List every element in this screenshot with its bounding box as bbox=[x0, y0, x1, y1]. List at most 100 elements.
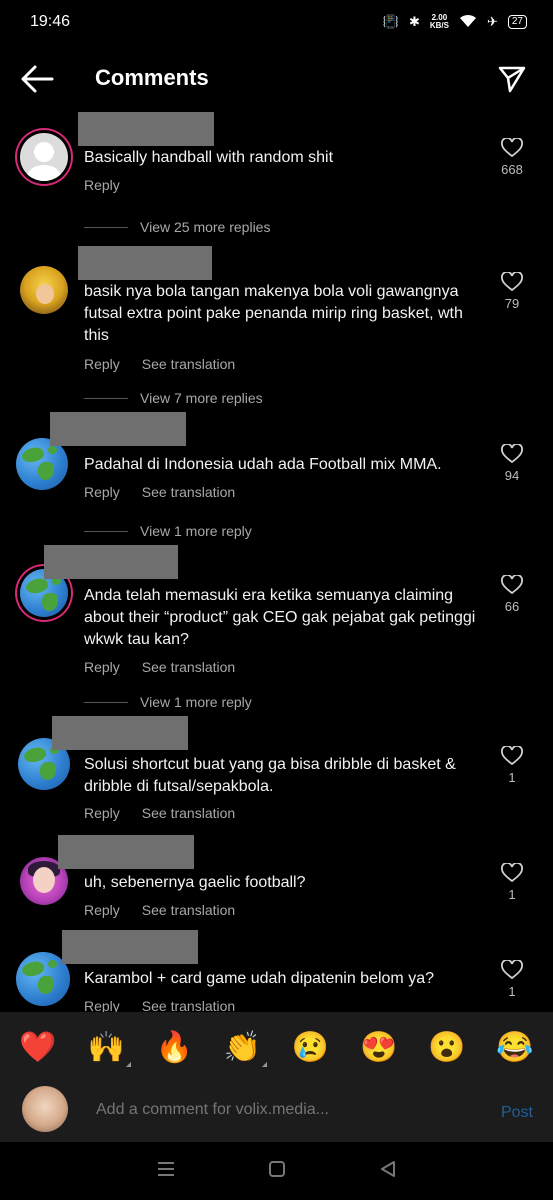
network-speed: 2.00 KB/S bbox=[430, 14, 449, 30]
share-button[interactable] bbox=[497, 64, 527, 94]
see-translation-button[interactable]: See translation bbox=[142, 356, 235, 372]
home-button[interactable] bbox=[268, 1160, 286, 1183]
battery-icon: 27 bbox=[507, 15, 527, 29]
comment-text: Solusi shortcut buat yang ga bisa dribbl… bbox=[84, 756, 456, 795]
comments-list[interactable]: Basically handball with random shit Repl… bbox=[0, 108, 553, 1012]
comment-actions: Reply bbox=[84, 177, 120, 193]
clapping-hands-reaction[interactable]: 👏 bbox=[223, 1030, 268, 1067]
heart-icon bbox=[501, 138, 523, 158]
raising-hands-emoji: 🙌 bbox=[87, 1030, 125, 1064]
divider bbox=[84, 530, 128, 532]
recent-apps-button[interactable] bbox=[157, 1161, 175, 1182]
comment-actions: Reply See translation bbox=[84, 805, 235, 821]
reply-button[interactable]: Reply bbox=[84, 659, 120, 675]
comment-text: Karambol + card game udah dipatenin belo… bbox=[84, 970, 434, 987]
fire-reaction[interactable]: 🔥 bbox=[156, 1030, 193, 1065]
skin-tone-indicator bbox=[125, 1061, 131, 1067]
like-button[interactable]: 66 bbox=[497, 575, 527, 614]
comment-actions: Reply See translation bbox=[84, 902, 235, 918]
username-redacted bbox=[52, 716, 188, 750]
status-time: 19:46 bbox=[30, 13, 71, 30]
comment-input[interactable] bbox=[94, 1100, 478, 1120]
reply-button[interactable]: Reply bbox=[84, 484, 120, 500]
comment-actions: Reply See translation bbox=[84, 356, 235, 372]
divider bbox=[84, 226, 128, 228]
heart-icon bbox=[501, 960, 523, 980]
back-nav-button[interactable] bbox=[379, 1160, 397, 1183]
comment-composer: Post bbox=[0, 1082, 553, 1142]
system-nav-bar bbox=[0, 1142, 553, 1200]
back-button[interactable] bbox=[20, 64, 54, 94]
view-more-replies-label: View 7 more replies bbox=[140, 390, 263, 406]
like-count: 1 bbox=[508, 770, 516, 785]
divider bbox=[84, 701, 128, 703]
reply-button[interactable]: Reply bbox=[84, 998, 120, 1012]
username-redacted bbox=[78, 246, 212, 280]
bluetooth-icon: ✱ bbox=[408, 14, 420, 29]
like-button[interactable]: 1 bbox=[497, 863, 527, 902]
like-button[interactable]: 94 bbox=[497, 444, 527, 483]
comment-actions: Reply See translation bbox=[84, 484, 235, 500]
tears-of-joy-reaction[interactable]: 😂 bbox=[496, 1030, 533, 1065]
heart-icon bbox=[501, 575, 523, 595]
view-more-replies[interactable]: View 7 more replies bbox=[84, 390, 263, 406]
network-speed-unit: KB/S bbox=[429, 21, 449, 30]
like-count: 1 bbox=[508, 887, 516, 902]
username-redacted bbox=[44, 545, 178, 579]
post-button[interactable]: Post bbox=[501, 1104, 533, 1122]
comment-actions: Reply See translation bbox=[84, 659, 235, 675]
heart-icon bbox=[501, 746, 523, 766]
raising-hands-reaction[interactable]: 🙌 bbox=[87, 1030, 131, 1067]
skin-tone-indicator bbox=[262, 1061, 268, 1067]
reply-button[interactable]: Reply bbox=[84, 902, 120, 918]
view-more-replies[interactable]: View 25 more replies bbox=[84, 219, 270, 235]
view-more-replies-label: View 1 more reply bbox=[140, 694, 252, 710]
see-translation-button[interactable]: See translation bbox=[142, 805, 235, 821]
like-button[interactable]: 1 bbox=[497, 746, 527, 785]
username-redacted bbox=[78, 112, 214, 146]
comment-text: Anda telah memasuki era ketika semuanya … bbox=[84, 587, 476, 648]
view-more-replies[interactable]: View 1 more reply bbox=[84, 694, 252, 710]
heart-icon bbox=[501, 444, 523, 464]
red-heart-reaction[interactable]: ❤️ bbox=[19, 1030, 56, 1065]
like-button[interactable]: 668 bbox=[497, 138, 527, 177]
reply-button[interactable]: Reply bbox=[84, 356, 120, 372]
page-title: Comments bbox=[95, 65, 209, 90]
comment-text: Padahal di Indonesia udah ada Football m… bbox=[84, 456, 442, 473]
avatar[interactable] bbox=[20, 133, 68, 181]
status-bar: 19:46 📳 ✱ 2.00 KB/S ✈ 27 bbox=[0, 0, 553, 44]
see-translation-button[interactable]: See translation bbox=[142, 902, 235, 918]
reply-button[interactable]: Reply bbox=[84, 177, 120, 193]
open-mouth-reaction[interactable]: 😮 bbox=[428, 1030, 465, 1065]
username-redacted bbox=[50, 412, 186, 446]
divider bbox=[84, 397, 128, 399]
vibrate-icon: 📳 bbox=[382, 14, 399, 29]
like-button[interactable]: 1 bbox=[497, 960, 527, 999]
see-translation-button[interactable]: See translation bbox=[142, 998, 235, 1012]
username-redacted bbox=[62, 930, 198, 964]
square-icon bbox=[268, 1160, 285, 1177]
heart-eyes-reaction[interactable]: 😍 bbox=[360, 1030, 397, 1065]
airplane-icon: ✈ bbox=[486, 14, 498, 29]
view-more-replies[interactable]: View 1 more reply bbox=[84, 523, 252, 539]
battery-level: 27 bbox=[511, 16, 523, 27]
paper-plane-icon bbox=[498, 66, 526, 93]
like-count: 1 bbox=[508, 984, 516, 999]
like-count: 66 bbox=[504, 599, 520, 614]
triangle-back-icon bbox=[380, 1160, 395, 1177]
reply-button[interactable]: Reply bbox=[84, 805, 120, 821]
quick-reactions-bar: ❤️ 🙌 🔥 👏 😢 😍 😮 😂 bbox=[0, 1012, 553, 1082]
comment-text: Basically handball with random shit bbox=[84, 149, 334, 166]
like-button[interactable]: 79 bbox=[497, 272, 527, 311]
see-translation-button[interactable]: See translation bbox=[142, 484, 235, 500]
menu-icon bbox=[157, 1161, 174, 1176]
like-count: 79 bbox=[504, 296, 520, 311]
like-count: 668 bbox=[501, 162, 523, 177]
clapping-hands-emoji: 👏 bbox=[223, 1030, 262, 1064]
crying-face-reaction[interactable]: 😢 bbox=[292, 1030, 329, 1065]
avatar[interactable] bbox=[20, 266, 68, 314]
see-translation-button[interactable]: See translation bbox=[142, 659, 235, 675]
like-count: 94 bbox=[504, 468, 520, 483]
heart-icon bbox=[501, 272, 523, 292]
back-arrow-icon bbox=[21, 65, 54, 93]
